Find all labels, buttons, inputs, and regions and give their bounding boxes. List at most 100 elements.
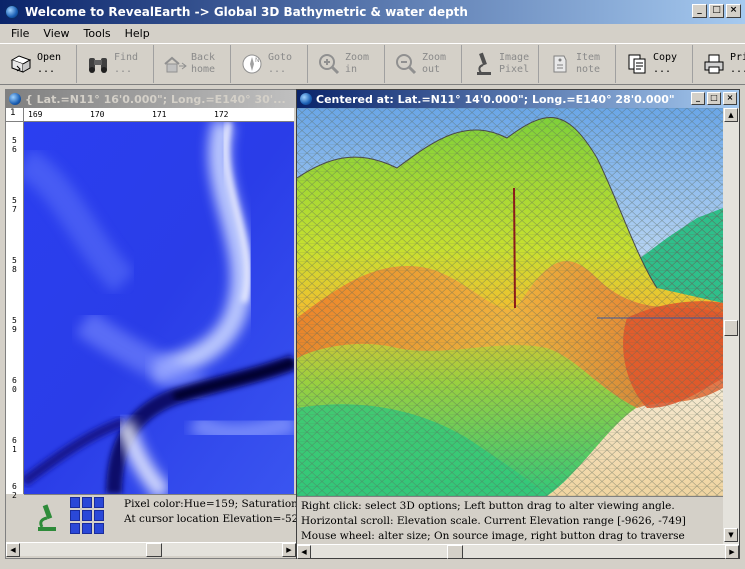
tag-icon: [547, 50, 573, 78]
3d-terrain-view[interactable]: [297, 108, 723, 496]
child-minimize-button[interactable]: _: [691, 92, 705, 105]
source-window-title: { Lat.=N11° 16'0.000"; Long.=E140° 30'..…: [25, 92, 286, 106]
left-ruler: 56 57 58 59 60 61 62: [6, 122, 24, 500]
pixel-grid-icon: [70, 497, 104, 534]
ruler-top-label: 170: [90, 110, 105, 119]
image-label: Image: [499, 52, 530, 63]
zoom-in-icon: [316, 50, 342, 78]
minimize-button[interactable]: _: [692, 4, 707, 18]
zoom-in-label: Zoom: [345, 52, 370, 63]
zoom-in-button[interactable]: Zoom in: [312, 45, 385, 83]
scroll-left-icon[interactable]: ◀: [6, 543, 20, 557]
app-title-bar: Welcome to RevealEarth -> Global 3D Bath…: [0, 0, 745, 24]
ruler-left-label: 57: [12, 196, 17, 214]
scroll-thumb[interactable]: [447, 545, 463, 559]
pixel-color-readout: Pixel color:Hue=159; Saturation=24: [124, 498, 296, 510]
3d-view-window[interactable]: Centered at: Lat.=N11° 14'0.000"; Long.=…: [296, 89, 740, 559]
ruler-left-label: 60: [12, 376, 17, 394]
microscope-icon: [34, 503, 60, 536]
source-image-window[interactable]: { Lat.=N11° 16'0.000"; Long.=E140° 30'..…: [5, 89, 297, 559]
ruler-left-label: 59: [12, 316, 17, 334]
find-button[interactable]: Find...: [81, 45, 154, 83]
bathymetry-image[interactable]: [24, 122, 294, 494]
item-note-button[interactable]: Item note: [543, 45, 616, 83]
back-label: Back: [191, 52, 216, 63]
scroll-up-icon[interactable]: ▲: [724, 108, 738, 122]
pixel-status-panel: Pixel color:Hue=159; Saturation=24 At cu…: [24, 494, 296, 538]
close-button[interactable]: ×: [726, 4, 741, 18]
svg-text:N: N: [255, 57, 260, 64]
globe-icon: [9, 93, 21, 105]
back-home-button[interactable]: Back home: [158, 45, 231, 83]
scroll-thumb[interactable]: [724, 320, 738, 336]
goto-label: Goto: [268, 52, 293, 63]
zoom-out-label: Zoom: [422, 52, 447, 63]
goto-button[interactable]: N Goto...: [235, 45, 308, 83]
menu-help[interactable]: Help: [118, 27, 157, 40]
ruler-left-label: 61: [12, 436, 17, 454]
printer-icon: [701, 50, 727, 78]
menu-file[interactable]: File: [4, 27, 36, 40]
copy-button[interactable]: Copy...: [620, 45, 693, 83]
copy-label-2: ...: [653, 64, 672, 75]
image-label-2: Pixel: [499, 64, 530, 75]
zoom-in-label-2: in: [345, 64, 358, 75]
scroll-left-icon[interactable]: ◀: [297, 545, 311, 559]
menu-bar: File View Tools Help: [0, 24, 745, 42]
open-button[interactable]: Open...: [4, 45, 77, 83]
print-label: Print: [730, 52, 745, 63]
image-pixel-button[interactable]: Image Pixel: [466, 45, 539, 83]
ruler-top-label: 169: [28, 110, 43, 119]
compass-icon: N: [239, 50, 265, 78]
toolbar: Open... Find... Back home N Goto... Zoom i…: [0, 43, 745, 85]
source-window-title-bar[interactable]: { Lat.=N11° 16'0.000"; Long.=E140° 30'..…: [6, 90, 296, 108]
globe-icon: [300, 93, 312, 105]
app-title: Welcome to RevealEarth -> Global 3D Bath…: [25, 5, 468, 19]
globe-icon: [5, 5, 19, 19]
print-button[interactable]: Print...: [697, 45, 745, 83]
child-maximize-button[interactable]: □: [707, 92, 721, 105]
microscope-icon: [470, 50, 496, 78]
ruler-corner: 1: [6, 108, 24, 122]
open-label-2: ...: [37, 64, 56, 75]
scroll-right-icon[interactable]: ▶: [282, 543, 296, 557]
copy-label: Copy: [653, 52, 678, 63]
copy-icon: [624, 50, 650, 78]
3d-window-title: Centered at: Lat.=N11° 14'0.000"; Long.=…: [316, 92, 675, 106]
scroll-down-icon[interactable]: ▼: [724, 528, 738, 542]
find-label: Find: [114, 52, 139, 63]
back-home-icon: [162, 50, 188, 78]
ruler-left-label: 56: [12, 136, 17, 154]
ruler-top-label: 172: [214, 110, 229, 119]
3d-horizontal-scrollbar[interactable]: ◀ ▶: [297, 544, 739, 559]
3d-vertical-scrollbar[interactable]: ▲ ▼: [723, 108, 739, 544]
scroll-right-icon[interactable]: ▶: [725, 545, 739, 559]
open-label: Open: [37, 52, 62, 63]
goto-label-2: ...: [268, 64, 287, 75]
back-label-2: home: [191, 64, 216, 75]
ruler-top-label: 171: [152, 110, 167, 119]
zoom-out-label-2: out: [422, 64, 441, 75]
find-label-2: ...: [114, 64, 133, 75]
elevation-readout: At cursor location Elevation=-5211 m: [124, 513, 296, 525]
source-horizontal-scrollbar[interactable]: ◀ ▶: [6, 542, 296, 557]
3d-help-panel: Right click: select 3D options; Left but…: [297, 496, 723, 544]
3d-window-title-bar[interactable]: Centered at: Lat.=N11° 14'0.000"; Long.=…: [297, 90, 739, 108]
ruler-left-label: 58: [12, 256, 17, 274]
help-line: Right click: select 3D options; Left but…: [301, 500, 675, 512]
help-line: Mouse wheel: alter size; On source image…: [301, 530, 685, 542]
scroll-thumb[interactable]: [146, 543, 162, 557]
menu-tools[interactable]: Tools: [77, 27, 118, 40]
zoom-out-button[interactable]: Zoom out: [389, 45, 462, 83]
item-label: Item: [576, 52, 601, 63]
child-close-button[interactable]: ×: [723, 92, 737, 105]
binoculars-icon: [85, 50, 111, 78]
help-line: Horizontal scroll: Elevation scale. Curr…: [301, 515, 686, 527]
zoom-out-icon: [393, 50, 419, 78]
ruler-left-label: 62: [12, 482, 17, 500]
item-label-2: note: [576, 64, 601, 75]
open-file-icon: [8, 50, 34, 78]
print-label-2: ...: [730, 64, 745, 75]
maximize-button[interactable]: □: [709, 4, 724, 18]
menu-view[interactable]: View: [36, 27, 76, 40]
